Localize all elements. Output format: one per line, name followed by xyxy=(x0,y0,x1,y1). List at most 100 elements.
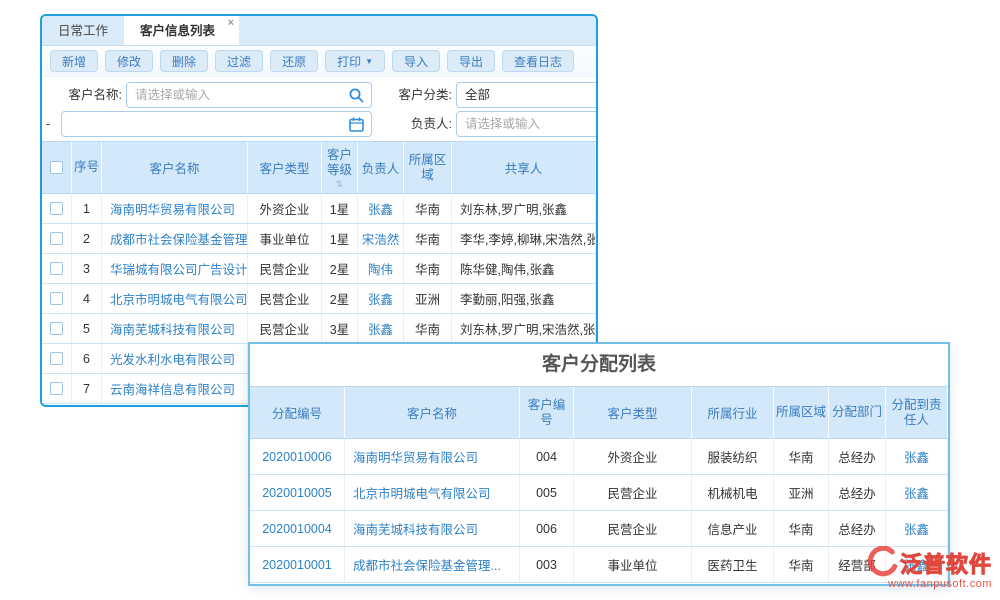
alloc-no-link[interactable]: 2020010005 xyxy=(250,475,345,510)
tab-bar: 日常工作 客户信息列表 × xyxy=(42,16,596,46)
owner-link[interactable]: 陶伟 xyxy=(358,254,404,283)
sort-icon[interactable]: ⇅ xyxy=(336,180,344,188)
search-icon[interactable] xyxy=(348,87,365,104)
customer-table-header: 序号 客户名称 客户类型 客户等级 ⇅ 负责人 所属区域 共享人 xyxy=(42,142,596,194)
delete-button[interactable]: 删除 xyxy=(160,50,208,72)
customer-name-link[interactable]: 云南海祥信息有限公司 xyxy=(102,374,248,403)
customer-no: 004 xyxy=(520,439,574,474)
assignee-link[interactable]: 张鑫 xyxy=(886,511,948,546)
row-shared: 刘东林,罗广明,宋浩然,张鑫 xyxy=(452,314,596,343)
alloc-dept: 总经办 xyxy=(829,475,886,510)
row-level: 2星 xyxy=(322,254,358,283)
row-level: 3星 xyxy=(322,314,358,343)
customer-no: 005 xyxy=(520,475,574,510)
owner-input[interactable] xyxy=(457,112,598,136)
export-button[interactable]: 导出 xyxy=(447,50,495,72)
header-customer-type: 客户类型 xyxy=(248,142,322,193)
owner-link[interactable]: 张鑫 xyxy=(358,314,404,343)
customer-name-link[interactable]: 成都市社会保险基金管理... xyxy=(102,224,248,253)
import-button[interactable]: 导入 xyxy=(392,50,440,72)
row-checkbox[interactable] xyxy=(50,292,63,305)
allocation-row[interactable]: 2020010005 北京市明城电气有限公司 005 民营企业 机械机电 亚洲 … xyxy=(250,475,948,511)
print-label: 打印 xyxy=(337,53,361,70)
alloc-no-link[interactable]: 2020010006 xyxy=(250,439,345,474)
customer-name-link[interactable]: 海南明华贸易有限公司 xyxy=(102,194,248,223)
row-shared: 李华,李婷,柳琳,宋浩然,张鑫 xyxy=(452,224,596,253)
row-shared: 李勤丽,阳强,张鑫 xyxy=(452,284,596,313)
owner-link[interactable]: 张鑫 xyxy=(358,284,404,313)
header-customer-level[interactable]: 客户等级 ⇅ xyxy=(322,142,358,193)
row-seq: 3 xyxy=(72,254,102,283)
allocation-row[interactable]: 2020010004 海南芜城科技有限公司 006 民营企业 信息产业 华南 总… xyxy=(250,511,948,547)
row-seq: 2 xyxy=(72,224,102,253)
header-alloc-no: 分配编号 xyxy=(250,387,345,438)
date-input[interactable] xyxy=(62,112,371,136)
alloc-dept: 总经办 xyxy=(829,511,886,546)
select-all-checkbox[interactable] xyxy=(50,161,63,174)
tab-daily-work[interactable]: 日常工作 xyxy=(42,16,124,45)
row-region: 华南 xyxy=(404,194,452,223)
table-row[interactable]: 1 海南明华贸易有限公司 外资企业 1星 张鑫 华南 刘东林,罗广明,张鑫 xyxy=(42,194,596,224)
row-seq: 4 xyxy=(72,284,102,313)
row-seq: 6 xyxy=(72,344,102,373)
customer-name-link[interactable]: 光发水利水电有限公司 xyxy=(102,344,248,373)
restore-button[interactable]: 还原 xyxy=(270,50,318,72)
alloc-no-link[interactable]: 2020010004 xyxy=(250,511,345,546)
row-checkbox[interactable] xyxy=(50,352,63,365)
owner-link[interactable]: 宋浩然 xyxy=(358,224,404,253)
row-checkbox[interactable] xyxy=(50,232,63,245)
customer-name-link[interactable]: 海南明华贸易有限公司 xyxy=(345,439,520,474)
tab-label: 客户信息列表 xyxy=(140,24,215,38)
edit-button[interactable]: 修改 xyxy=(105,50,153,72)
customer-name-link[interactable]: 北京市明城电气有限公司 xyxy=(102,284,248,313)
header-owner: 负责人 xyxy=(358,142,404,193)
add-button[interactable]: 新增 xyxy=(50,50,98,72)
table-row[interactable]: 3 华瑞城有限公司广告设计部 民营企业 2星 陶伟 华南 陈华健,陶伟,张鑫 xyxy=(42,254,596,284)
owner-link[interactable]: 张鑫 xyxy=(358,194,404,223)
industry: 医药卫生 xyxy=(692,547,774,582)
region: 华南 xyxy=(774,439,829,474)
tab-customer-info-list[interactable]: 客户信息列表 × xyxy=(124,16,239,45)
print-button[interactable]: 打印 ▼ xyxy=(325,50,385,72)
chevron-down-icon: ▼ xyxy=(365,57,373,66)
row-seq: 5 xyxy=(72,314,102,343)
row-region: 华南 xyxy=(404,224,452,253)
row-level: 2星 xyxy=(322,284,358,313)
allocation-row[interactable]: 2020010006 海南明华贸易有限公司 004 外资企业 服装纺织 华南 总… xyxy=(250,439,948,475)
calendar-icon[interactable] xyxy=(348,116,365,133)
alloc-dept: 经营部 xyxy=(829,547,886,582)
customer-name-link[interactable]: 成都市社会保险基金管理... xyxy=(345,547,520,582)
assignee-link[interactable]: 张鑫 xyxy=(886,439,948,474)
table-row[interactable]: 4 北京市明城电气有限公司 民营企业 2星 张鑫 亚洲 李勤丽,阳强,张鑫 xyxy=(42,284,596,314)
assignee-link[interactable]: 张鑫 xyxy=(886,547,948,582)
customer-category-select[interactable]: 全部 xyxy=(456,82,598,108)
row-shared: 陈华健,陶伟,张鑫 xyxy=(452,254,596,283)
customer-name-input[interactable] xyxy=(127,83,371,107)
customer-name-link[interactable]: 华瑞城有限公司广告设计部 xyxy=(102,254,248,283)
table-row[interactable]: 5 海南芜城科技有限公司 民营企业 3星 张鑫 华南 刘东林,罗广明,宋浩然,张… xyxy=(42,314,596,344)
customer-name-link[interactable]: 海南芜城科技有限公司 xyxy=(102,314,248,343)
table-row[interactable]: 2 成都市社会保险基金管理... 事业单位 1星 宋浩然 华南 李华,李婷,柳琳… xyxy=(42,224,596,254)
row-checkbox[interactable] xyxy=(50,322,63,335)
customer-name-link[interactable]: 海南芜城科技有限公司 xyxy=(345,511,520,546)
view-log-button[interactable]: 查看日志 xyxy=(502,50,574,72)
header-shared: 共享人 xyxy=(452,142,596,193)
header-seq: 序号 xyxy=(72,142,102,193)
filter-area: 客户名称: 客户分类: 全部 - 负责人: xyxy=(42,77,596,141)
alloc-no-link[interactable]: 2020010001 xyxy=(250,547,345,582)
allocation-row[interactable]: 2020010001 成都市社会保险基金管理... 003 事业单位 医药卫生 … xyxy=(250,547,948,583)
row-type: 民营企业 xyxy=(248,254,322,283)
industry: 信息产业 xyxy=(692,511,774,546)
customer-name-link[interactable]: 北京市明城电气有限公司 xyxy=(345,475,520,510)
close-icon[interactable]: × xyxy=(228,17,234,29)
row-type: 民营企业 xyxy=(248,314,322,343)
row-type: 外资企业 xyxy=(248,194,322,223)
row-checkbox[interactable] xyxy=(50,382,63,395)
row-checkbox[interactable] xyxy=(50,262,63,275)
filter-button[interactable]: 过滤 xyxy=(215,50,263,72)
header-customer-name: 客户名称 xyxy=(345,387,520,438)
row-checkbox[interactable] xyxy=(50,202,63,215)
industry: 服装纺织 xyxy=(692,439,774,474)
assignee-link[interactable]: 张鑫 xyxy=(886,475,948,510)
header-alloc-dept: 分配部门 xyxy=(829,387,886,438)
